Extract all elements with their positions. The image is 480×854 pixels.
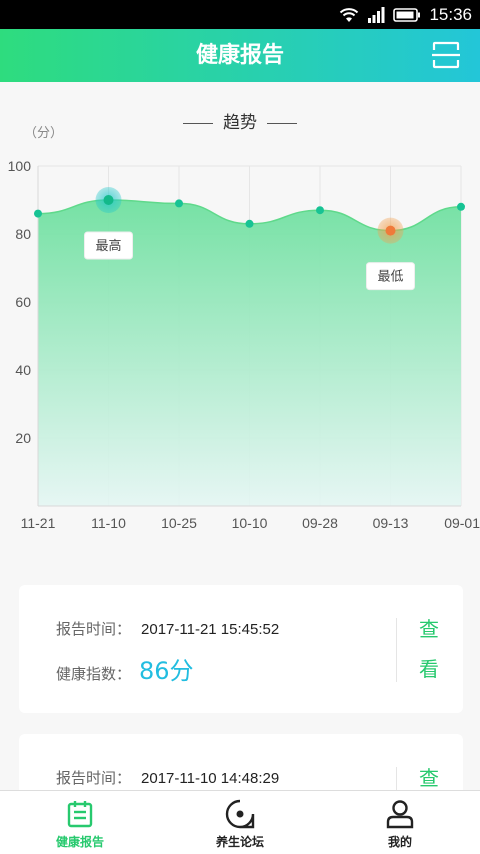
x-tick-label: 09-01 <box>444 515 480 531</box>
report-card: 报告时间： 2017-11-10 14:48:29 查 <box>19 734 463 790</box>
view-report-button[interactable]: 查 看 <box>417 609 441 689</box>
status-icons: 15:36 <box>339 4 472 26</box>
view-label-1: 查 <box>419 617 439 641</box>
tab-label: 健康报告 <box>55 835 104 849</box>
lowest-label: 最低 <box>377 270 403 285</box>
view-report-button[interactable]: 查 <box>417 758 441 790</box>
report-time-label: 报告时间： <box>56 769 132 787</box>
y-tick-label: 100 <box>8 158 32 174</box>
report-time-label: 报告时间： <box>56 620 132 638</box>
y-tick-label: 80 <box>15 226 31 242</box>
wifi-icon <box>340 8 359 22</box>
data-point <box>316 206 324 215</box>
user-icon <box>386 800 414 829</box>
signal-icon <box>368 7 385 23</box>
report-time-row: 报告时间： 2017-11-21 15:45:52 <box>56 618 279 639</box>
status-bar: 15:36 <box>0 0 480 29</box>
report-time-value: 2017-11-21 15:45:52 <box>141 621 280 638</box>
x-tick-label: 10-10 <box>232 515 268 531</box>
report-score-value: 86分 <box>139 657 194 685</box>
card-divider <box>396 767 397 790</box>
data-point <box>34 209 42 218</box>
lowest-point <box>385 225 396 236</box>
status-time: 15:36 <box>429 5 472 24</box>
unit-label: （分） <box>24 126 64 141</box>
tab-label: 我的 <box>387 835 412 849</box>
page-title: 健康报告 <box>195 43 284 68</box>
tab-profile[interactable]: 我的 <box>320 791 480 854</box>
y-tick-label: 40 <box>15 362 31 378</box>
report-time-value: 2017-11-10 14:48:29 <box>141 770 280 787</box>
y-tick-label: 60 <box>15 294 31 310</box>
tab-health-forum[interactable]: 养生论坛 <box>160 791 320 854</box>
x-tick-label: 11-21 <box>21 515 56 531</box>
app-header: 健康报告 <box>0 29 480 82</box>
x-tick-label: 09-13 <box>373 515 409 531</box>
card-divider <box>396 618 397 682</box>
report-icon <box>67 801 93 828</box>
highest-label: 最高 <box>95 238 121 254</box>
trend-title: 趋势 <box>0 108 480 133</box>
tab-health-report[interactable]: 健康报告 <box>0 791 160 854</box>
trend-chart: 20 40 60 80 100 11-21 11-10 10-25 10-10 09-28 09-1… <box>8 158 480 531</box>
scan-button[interactable] <box>432 41 460 69</box>
report-card: 报告时间： 2017-11-21 15:45:52 健康指数： 86分 查 看 <box>19 585 463 713</box>
title-line-left <box>183 122 213 124</box>
tab-label: 养生论坛 <box>215 835 264 849</box>
title-line-right <box>267 122 297 124</box>
tab-bar: 健康报告 养生论坛 我的 <box>0 790 480 854</box>
data-point <box>175 199 183 208</box>
data-point <box>245 219 254 228</box>
y-tick-label: 20 <box>15 430 31 446</box>
forum-icon <box>225 799 255 829</box>
trend-title-text: 趋势 <box>223 113 257 133</box>
x-tick-label: 11-10 <box>91 515 126 531</box>
x-tick-label: 10-25 <box>161 515 197 531</box>
x-tick-label: 09-28 <box>302 515 338 531</box>
view-label-1: 查 <box>419 766 439 790</box>
report-time-row: 报告时间： 2017-11-10 14:48:29 <box>56 767 279 788</box>
report-score-row: 健康指数： 86分 <box>56 651 194 686</box>
content-area: 趋势 （分） 20 40 60 80 100 11-21 11-10 10-25 10-10 09… <box>0 82 480 790</box>
battery-icon <box>393 8 421 22</box>
report-score-label: 健康指数： <box>56 665 132 683</box>
view-label-2: 看 <box>419 657 439 681</box>
highest-point <box>103 195 114 205</box>
data-point <box>457 202 465 211</box>
